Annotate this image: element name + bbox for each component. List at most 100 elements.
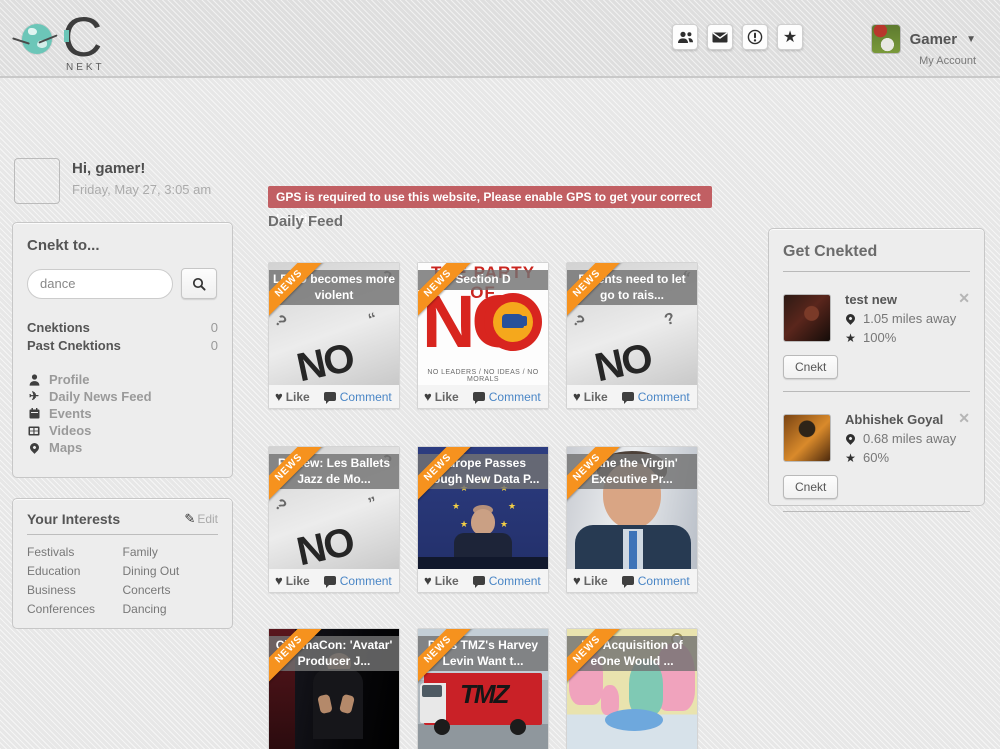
favorites-icon[interactable]: ★ <box>777 24 803 50</box>
profile-avatar[interactable] <box>14 158 60 204</box>
person-distance: 1.05 miles away <box>863 311 956 326</box>
star-icon: ★ <box>845 331 856 345</box>
interest-item: Concerts <box>123 583 219 597</box>
comment-icon <box>622 392 634 401</box>
sidebar-item-profile[interactable]: Profile <box>27 371 218 388</box>
edit-interests-button[interactable]: ✎ Edit <box>184 511 218 527</box>
person-match: 100% <box>863 330 896 345</box>
like-button[interactable]: ♥Like <box>424 573 459 588</box>
interest-item: Dining Out <box>123 564 219 578</box>
comment-button[interactable]: Comment <box>622 390 690 404</box>
get-cnekted-title: Get Cnekted <box>783 243 970 272</box>
map-pin-icon <box>27 443 41 452</box>
get-cnekted-panel: Get Cnekted ✕ test new 1.05 miles away ★… <box>768 228 985 506</box>
suggested-person: ✕ test new 1.05 miles away ★ 100% Cnekt <box>783 292 970 379</box>
interests-list: Festivals Family Education Dining Out Bu… <box>27 545 218 616</box>
sidebar-item-events[interactable]: Events <box>27 405 218 422</box>
news-card: TMZ NEWS Does TMZ's Harvey Levin Want t.… <box>417 628 549 749</box>
interests-title: Your Interests <box>27 511 120 527</box>
users-icon[interactable] <box>672 24 698 50</box>
interest-item: Conferences <box>27 602 123 616</box>
card-image: NO?“? NEWS LEGO becomes more violent <box>269 263 399 385</box>
comment-icon <box>473 392 485 401</box>
news-card: NO?”? NEWS Review: Les Ballets Jazz de M… <box>268 446 400 593</box>
cnekt-button[interactable]: Cnekt <box>783 475 838 499</box>
profile-icon <box>27 374 41 386</box>
card-image: NO“?? NEWS Parents need to let go to rai… <box>567 263 697 385</box>
sidebar-item-daily-news-feed[interactable]: ✈ Daily News Feed <box>27 388 218 405</box>
comment-icon <box>473 576 485 585</box>
search-input[interactable] <box>27 269 173 299</box>
close-icon[interactable]: ✕ <box>958 292 970 304</box>
chevron-down-icon: ▼ <box>966 34 976 45</box>
like-button[interactable]: ♥Like <box>275 389 310 404</box>
logo-letter: C <box>62 4 100 69</box>
heart-icon: ♥ <box>573 573 581 588</box>
interest-item: Business <box>27 583 123 597</box>
elephant-icon <box>502 314 524 328</box>
sidebar-menu: Profile ✈ Daily News Feed Events Videos … <box>27 371 218 456</box>
user-menu[interactable]: Gamer ▼ <box>871 24 976 54</box>
pencil-icon: ✎ <box>184 511 195 527</box>
page-title: Daily Feed <box>268 213 343 230</box>
interest-item: Education <box>27 564 123 578</box>
video-icon <box>27 426 41 436</box>
map-pin-icon <box>845 314 856 323</box>
cnekt-to-title: Cnekt to... <box>27 237 218 254</box>
datetime-text: Friday, May 27, 3:05 am <box>72 182 211 197</box>
card-image: NEWS 'Jane the Virgin' Executive Pr... <box>567 447 697 569</box>
username-label: Gamer <box>910 31 958 48</box>
comment-button[interactable]: Comment <box>324 390 392 404</box>
alerts-icon[interactable] <box>742 24 768 50</box>
globe-lines <box>12 38 62 52</box>
comment-button[interactable]: Comment <box>473 390 541 404</box>
map-pin-icon <box>845 434 856 443</box>
like-button[interactable]: ♥Like <box>573 389 608 404</box>
interests-panel: Your Interests ✎ Edit Festivals Family E… <box>12 498 233 629</box>
search-icon <box>192 277 206 291</box>
news-card: NO“?? NEWS Parents need to let go to rai… <box>566 262 698 409</box>
heart-icon: ♥ <box>275 573 283 588</box>
suggested-person: ✕ Abhishek Goyal 0.68 miles away ★60% Cn… <box>783 412 970 499</box>
sidebar-item-maps[interactable]: Maps <box>27 439 218 456</box>
sidebar-item-videos[interactable]: Videos <box>27 422 218 439</box>
gps-alert-banner: GPS is required to use this website, Ple… <box>268 186 712 208</box>
user-avatar <box>871 24 901 54</box>
comment-button[interactable]: Comment <box>473 574 541 588</box>
past-cnektions-count: Past Cnektions0 <box>27 337 218 355</box>
logo-subtext: NEKT <box>66 62 105 73</box>
interest-item: Festivals <box>27 545 123 559</box>
close-icon[interactable]: ✕ <box>958 412 970 424</box>
comment-icon <box>324 392 336 401</box>
greeting-text: Hi, gamer! <box>72 160 145 177</box>
card-image: NEWS ITV Acquisition of eOne Would ... <box>567 629 697 749</box>
cnekt-logo[interactable]: C NEKT <box>14 10 134 70</box>
interest-item: Dancing <box>123 602 219 616</box>
card-image: NEWS CinemaCon: 'Avatar' Producer J... <box>269 629 399 749</box>
calendar-icon <box>27 408 41 419</box>
person-avatar <box>783 414 831 462</box>
star-icon: ★ <box>845 451 856 465</box>
heart-icon: ♥ <box>275 389 283 404</box>
like-button[interactable]: ♥Like <box>424 389 459 404</box>
person-match: 60% <box>863 450 889 465</box>
mail-icon[interactable] <box>707 24 733 50</box>
comment-icon <box>622 576 634 585</box>
person-name: test new <box>845 292 970 307</box>
comment-button[interactable]: Comment <box>622 574 690 588</box>
cnekt-to-panel: Cnekt to... Cnektions0 Past Cnektions0 P… <box>12 222 233 478</box>
like-button[interactable]: ♥Like <box>275 573 310 588</box>
header-icon-bar: ★ <box>672 24 803 50</box>
cnekt-button[interactable]: Cnekt <box>783 355 838 379</box>
news-card: NEWS 'Jane the Virgin' Executive Pr... ♥… <box>566 446 698 593</box>
cnektions-count: Cnektions0 <box>27 319 218 337</box>
news-card-grid: NO?“? NEWS LEGO becomes more violent ♥Li… <box>268 262 728 749</box>
heart-icon: ♥ <box>424 389 432 404</box>
my-account-link[interactable]: My Account <box>919 55 976 67</box>
news-card: NEWS CinemaCon: 'Avatar' Producer J... ♥… <box>268 628 400 749</box>
comment-button[interactable]: Comment <box>324 574 392 588</box>
news-card: NEWS ITV Acquisition of eOne Would ... ♥… <box>566 628 698 749</box>
connection-counts: Cnektions0 Past Cnektions0 <box>27 319 218 355</box>
search-button[interactable] <box>181 268 217 299</box>
like-button[interactable]: ♥Like <box>573 573 608 588</box>
